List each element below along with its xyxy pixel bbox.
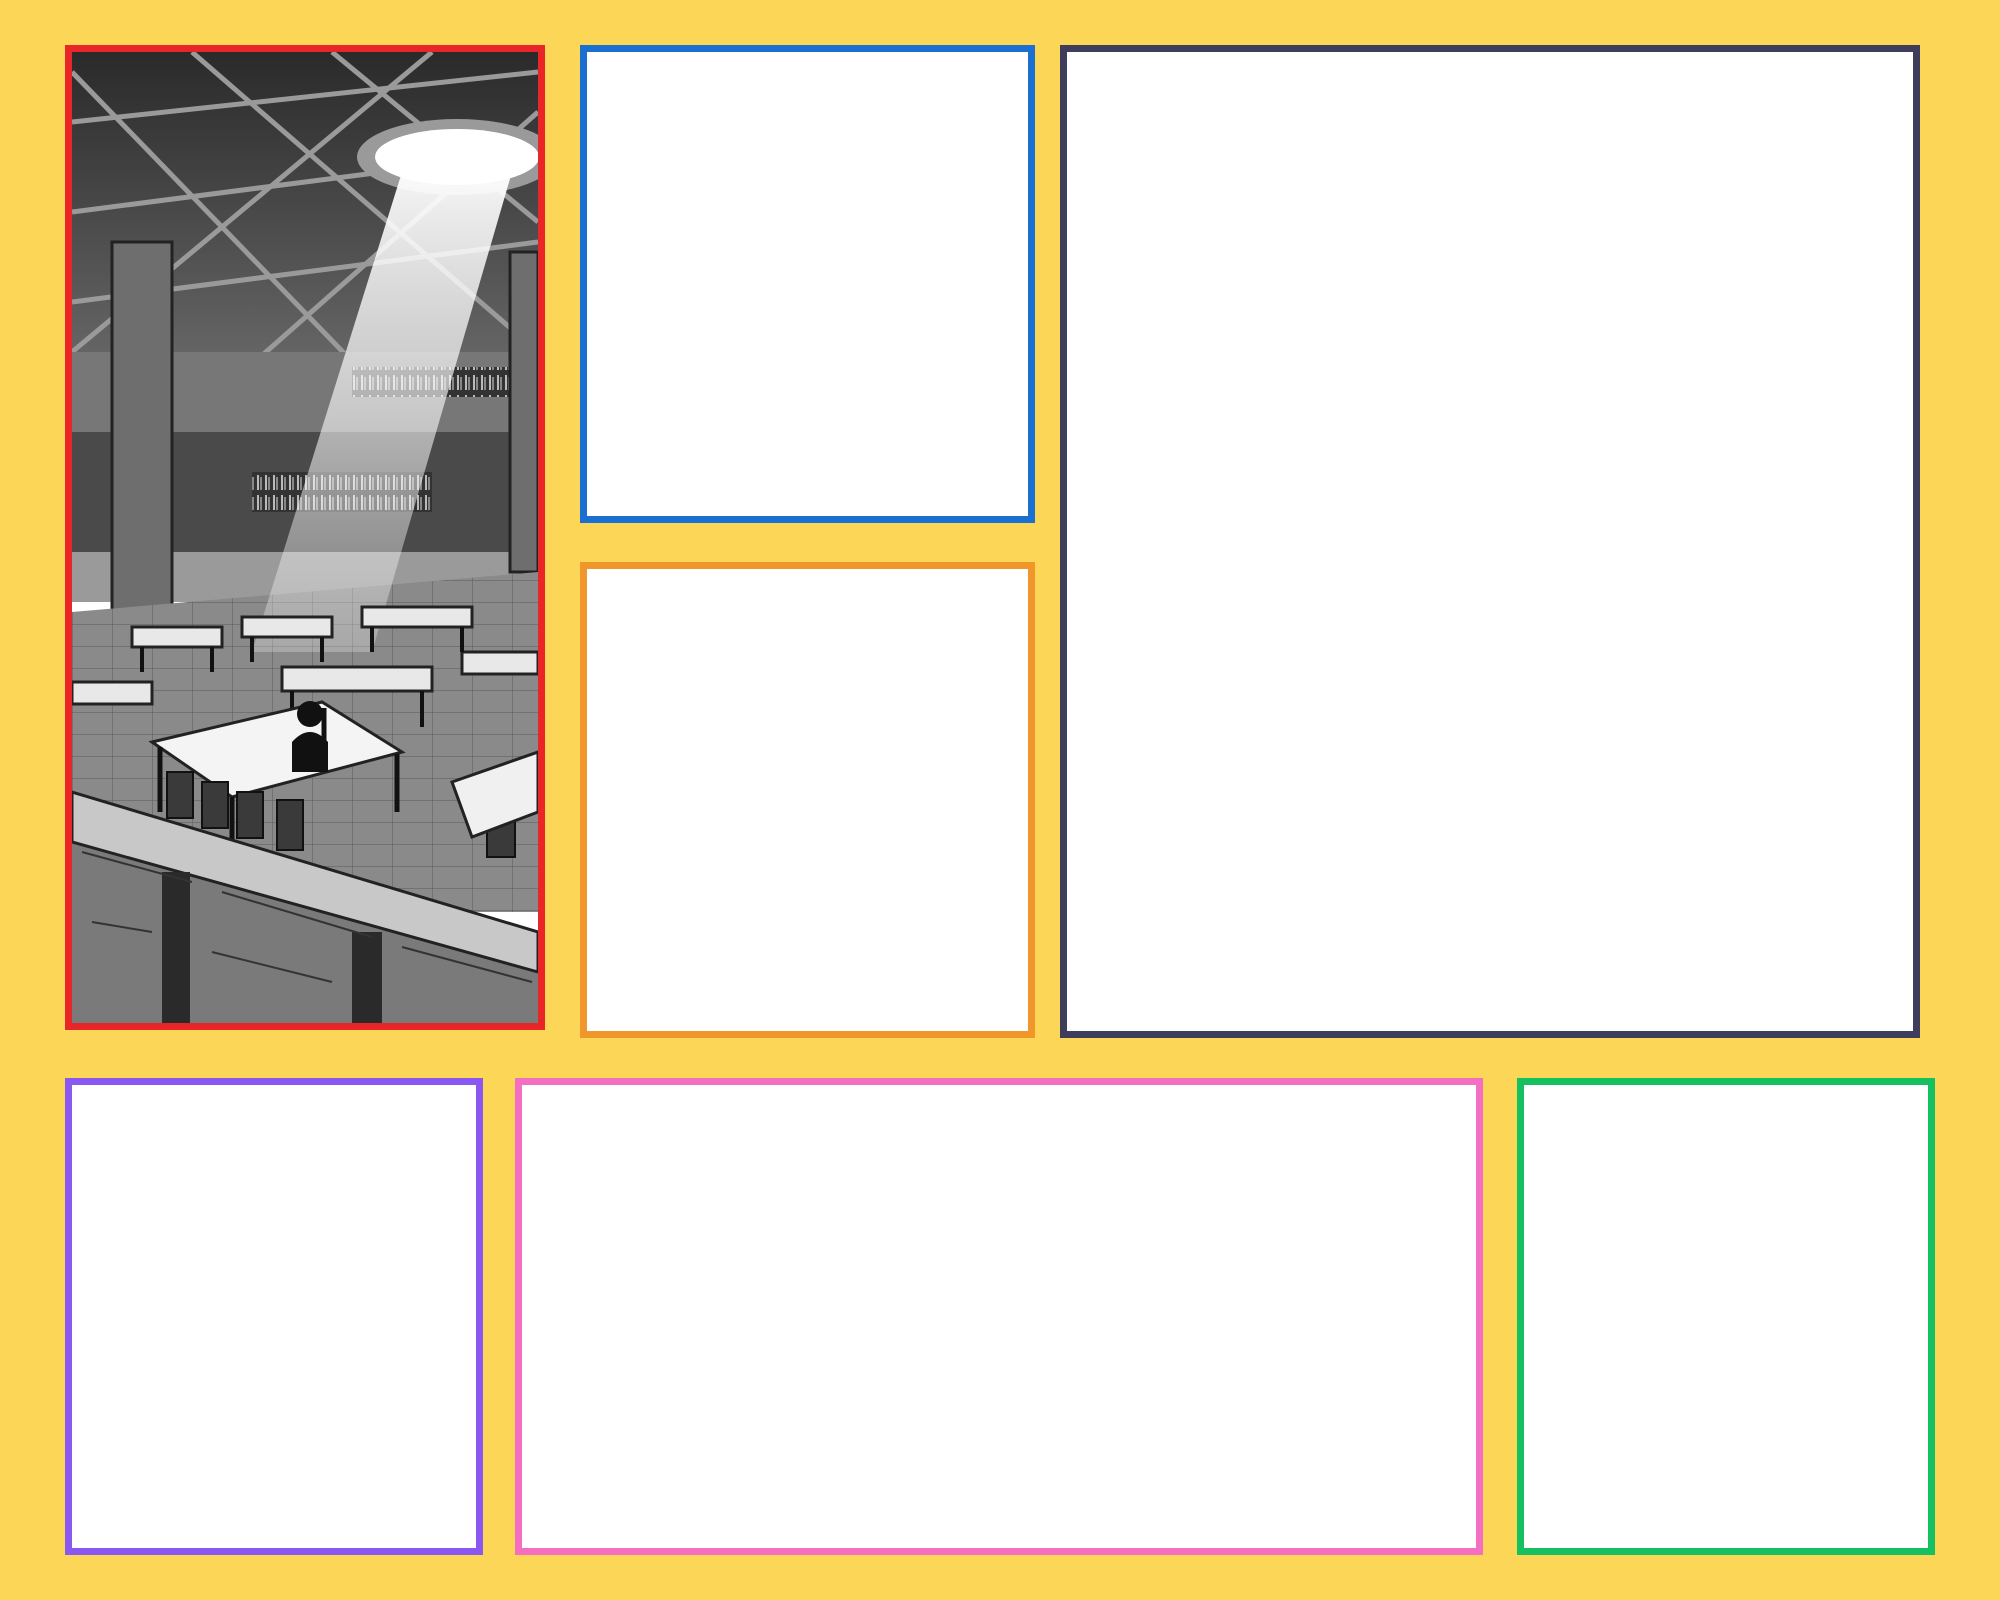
panel-pink-empty (515, 1078, 1483, 1555)
railing-post-left (162, 872, 190, 1023)
column-left (110, 240, 174, 664)
panel-green-empty (1517, 1078, 1935, 1555)
reader-head (297, 701, 323, 727)
library-reading-hall-illustration (72, 52, 538, 1023)
comic-page: { "page": { "background": "#FCD757" }, "… (0, 0, 2000, 1600)
panel-navy-empty (1060, 45, 1920, 1038)
railing-post-right (352, 932, 382, 1023)
panel-orange-empty (580, 562, 1035, 1038)
reader-body (292, 732, 328, 772)
panel-purple-empty (65, 1078, 483, 1555)
panel-blue-empty (580, 45, 1035, 523)
column-right (508, 250, 538, 574)
panel-library-illustration (65, 45, 545, 1030)
